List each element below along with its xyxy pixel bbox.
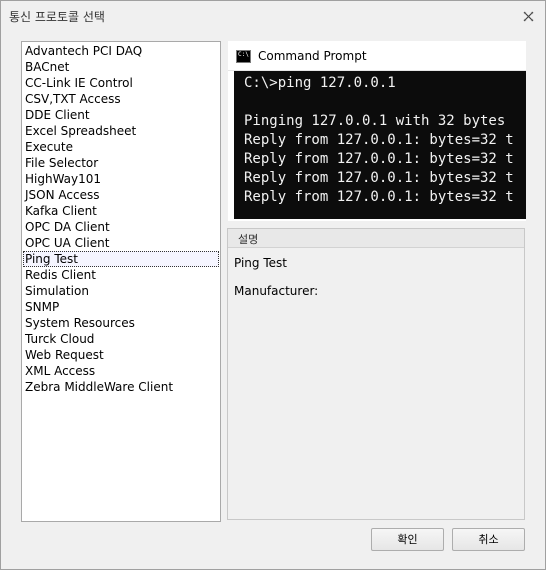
list-item[interactable]: CC-Link IE Control [23,75,219,91]
console-output: C:\>ping 127.0.0.1 Pinging 127.0.0.1 with… [234,71,526,219]
preview-image: C:\ Command Prompt C:\>ping 127.0.0.1 Pin… [228,41,526,221]
list-item[interactable]: Zebra MiddleWare Client [23,379,219,395]
console-line: Reply from 127.0.0.1: bytes=32 t [244,132,514,148]
description-panel: 설명 Ping Test Manufacturer: [227,228,525,520]
command-prompt-icon: C:\ [236,50,251,63]
cmd-window-title: Command Prompt [258,49,367,63]
list-item[interactable]: CSV,TXT Access [23,91,219,107]
close-button[interactable] [517,6,539,26]
console-line: Pinging 127.0.0.1 with 32 bytes [244,113,506,129]
list-item[interactable]: HighWay101 [23,171,219,187]
description-manufacturer: Manufacturer: [234,284,319,298]
list-item[interactable]: Kafka Client [23,203,219,219]
list-item[interactable]: Excel Spreadsheet [23,123,219,139]
list-item[interactable]: Ping Test [23,251,219,267]
list-item[interactable]: XML Access [23,363,219,379]
console-line: Reply from 127.0.0.1: bytes=32 t [244,170,514,186]
description-header: 설명 [228,229,524,248]
list-item[interactable]: Web Request [23,347,219,363]
description-name: Ping Test [234,256,287,270]
console-line: Reply from 127.0.0.1: bytes=32 t [244,189,514,205]
list-item[interactable]: System Resources [23,315,219,331]
console-line: Reply from 127.0.0.1: bytes=32 t [244,151,514,167]
console-line: C:\>ping 127.0.0.1 [244,75,396,91]
dialog-title: 통신 프로토콜 선택 [9,10,105,24]
ok-button[interactable]: 확인 [371,528,444,551]
list-item[interactable]: BACnet [23,59,219,75]
cmd-window-titlebar: C:\ Command Prompt [228,41,526,71]
list-item[interactable]: File Selector [23,155,219,171]
list-item[interactable]: JSON Access [23,187,219,203]
list-item[interactable]: DDE Client [23,107,219,123]
list-item[interactable]: SNMP [23,299,219,315]
protocol-select-dialog: 통신 프로토콜 선택 Advantech PCI DAQ BACnet CC-Lin… [0,0,546,570]
list-item[interactable]: OPC UA Client [23,235,219,251]
list-item[interactable]: Execute [23,139,219,155]
description-header-label: 설명 [238,233,259,246]
list-item[interactable]: Simulation [23,283,219,299]
close-icon [523,11,533,21]
list-item[interactable]: Turck Cloud [23,331,219,347]
cancel-button[interactable]: 취소 [452,528,525,551]
title-bar: 통신 프로토콜 선택 [1,1,545,31]
list-item[interactable]: Redis Client [23,267,219,283]
list-item[interactable]: OPC DA Client [23,219,219,235]
protocol-list[interactable]: Advantech PCI DAQ BACnet CC-Link IE Contro… [21,41,221,522]
list-item[interactable]: Advantech PCI DAQ [23,43,219,59]
